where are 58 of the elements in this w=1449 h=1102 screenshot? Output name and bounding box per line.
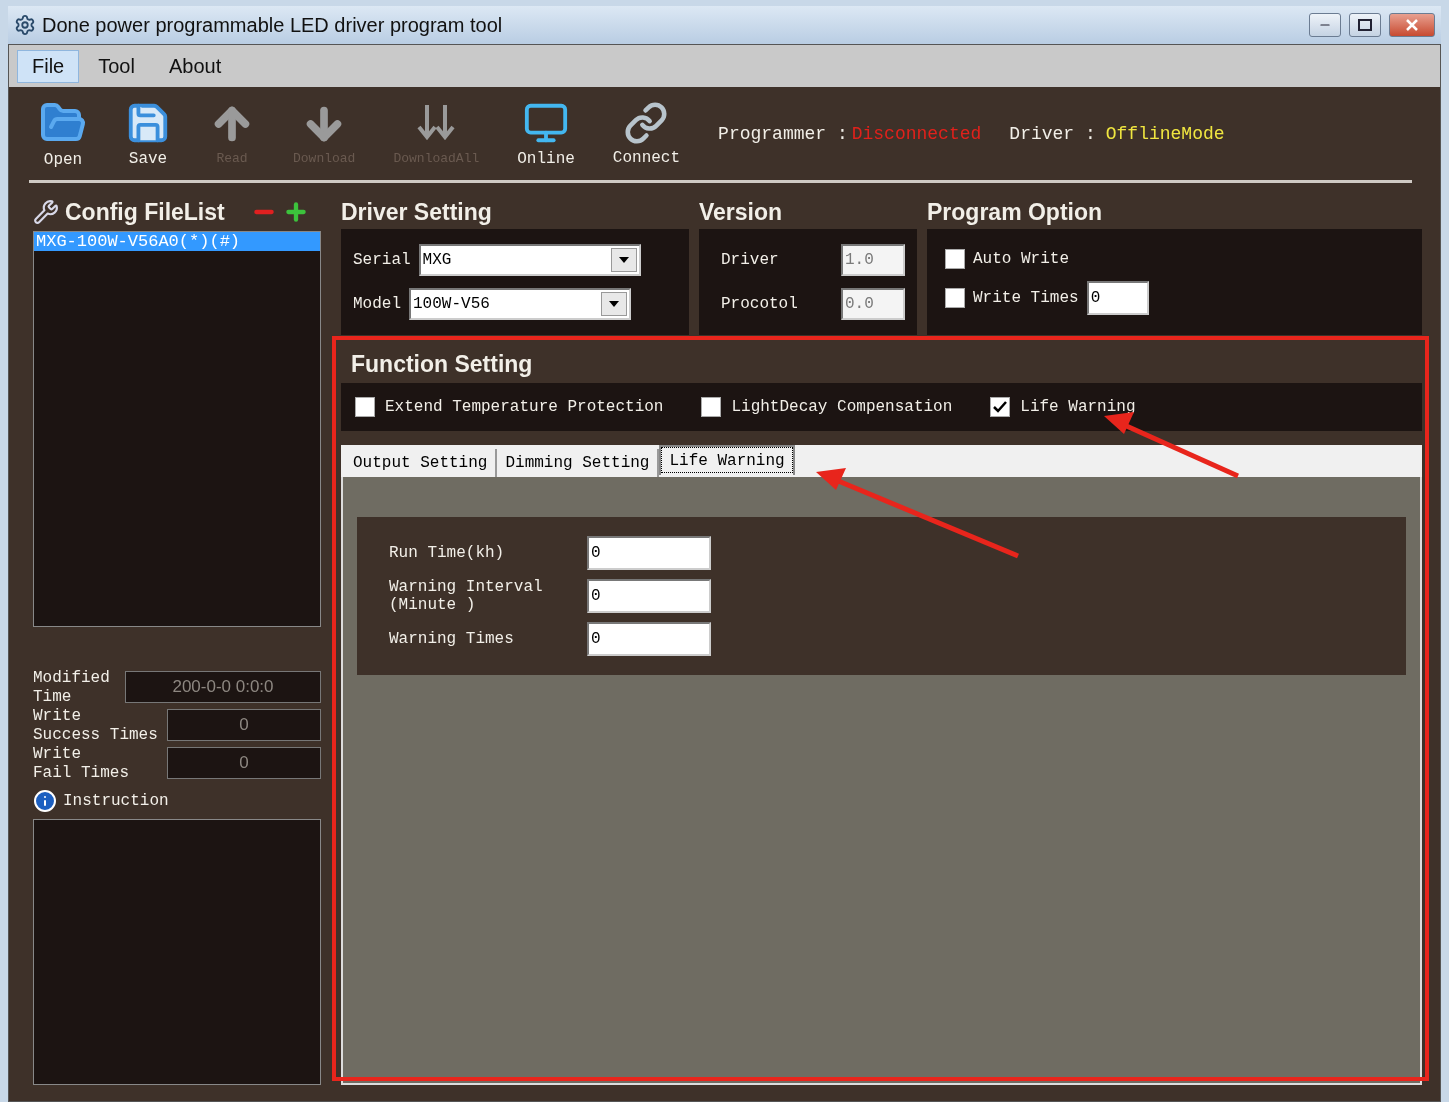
tab[interactable]: Life Warning <box>659 445 795 475</box>
info-icon <box>33 789 57 813</box>
maximize-button[interactable] <box>1349 13 1381 37</box>
checkbox[interactable] <box>945 249 965 269</box>
maximize-icon <box>1358 19 1372 31</box>
menu-item[interactable]: File <box>17 49 80 83</box>
programmer-label: Programmer : <box>718 123 848 144</box>
toolbar-button[interactable]: Open <box>29 94 97 173</box>
field-label: Warning Interval (Minute ) <box>389 578 544 614</box>
checkbox[interactable] <box>701 397 722 417</box>
field-label: Run Time(kh) <box>389 544 506 562</box>
stat-value: 0 <box>167 747 321 779</box>
field-label: Driver <box>721 251 779 269</box>
version-field: 0.0 <box>841 288 905 320</box>
toolbar-button[interactable]: Connect <box>602 96 691 171</box>
checkbox[interactable] <box>990 397 1011 417</box>
driver-status: OfflineMode <box>1105 123 1225 144</box>
programmer-status: Disconnected <box>851 123 982 144</box>
field-label: Serial <box>353 251 411 269</box>
checkbox[interactable] <box>945 288 965 308</box>
version-field: 1.0 <box>841 244 905 276</box>
instruction-title: Instruction <box>63 792 169 810</box>
chain-link-icon <box>624 100 669 145</box>
checkbox[interactable] <box>355 397 375 417</box>
menu-item[interactable]: Tool <box>83 49 150 83</box>
input-field[interactable]: 0 <box>587 622 711 656</box>
checkbox-label: Auto Write <box>973 250 1069 268</box>
gear-icon <box>14 14 36 36</box>
section-title: Program Option <box>927 198 1103 226</box>
checkbox-label: Life Warning <box>1020 398 1136 416</box>
toolbar-button[interactable]: Save <box>115 95 181 172</box>
stat-value: 0 <box>167 709 321 741</box>
window-title: Done power programmable LED driver program tool <box>42 13 504 37</box>
close-button[interactable] <box>1389 13 1435 37</box>
minimize-button[interactable] <box>1309 13 1341 37</box>
section-title: Config FileList <box>65 198 225 226</box>
section-title: Function Setting <box>351 350 533 378</box>
checkbox-label: LightDecay Compensation <box>731 398 953 416</box>
field-label: Model <box>353 295 401 313</box>
driver-label: Driver : <box>1009 123 1096 144</box>
input-field[interactable]: 0 <box>587 579 711 613</box>
stat-label: Modified Time <box>33 669 110 707</box>
section-title: Version <box>699 198 783 226</box>
toolbar-button[interactable]: Online <box>507 95 585 172</box>
input-field[interactable]: 0 <box>587 536 711 570</box>
stat-label: Write Success Times <box>33 707 158 745</box>
dropdown[interactable]: 100W-V56 <box>409 288 631 320</box>
section-title: Driver Setting <box>341 198 492 226</box>
checkbox-label: Write Times <box>973 289 1079 307</box>
field-label: Warning Times <box>389 630 515 648</box>
input-field[interactable]: 0 <box>1086 281 1149 315</box>
field-label: Procotol <box>721 295 798 313</box>
stat-label: Write Fail Times <box>33 745 129 783</box>
dropdown[interactable]: MXG <box>418 244 641 276</box>
close-icon <box>1405 18 1419 32</box>
checkbox-label: Extend Temperature Protection <box>385 398 664 416</box>
menu-item[interactable]: About <box>153 49 237 83</box>
stat-value: 200-0-0 0:0:0 <box>125 671 321 703</box>
